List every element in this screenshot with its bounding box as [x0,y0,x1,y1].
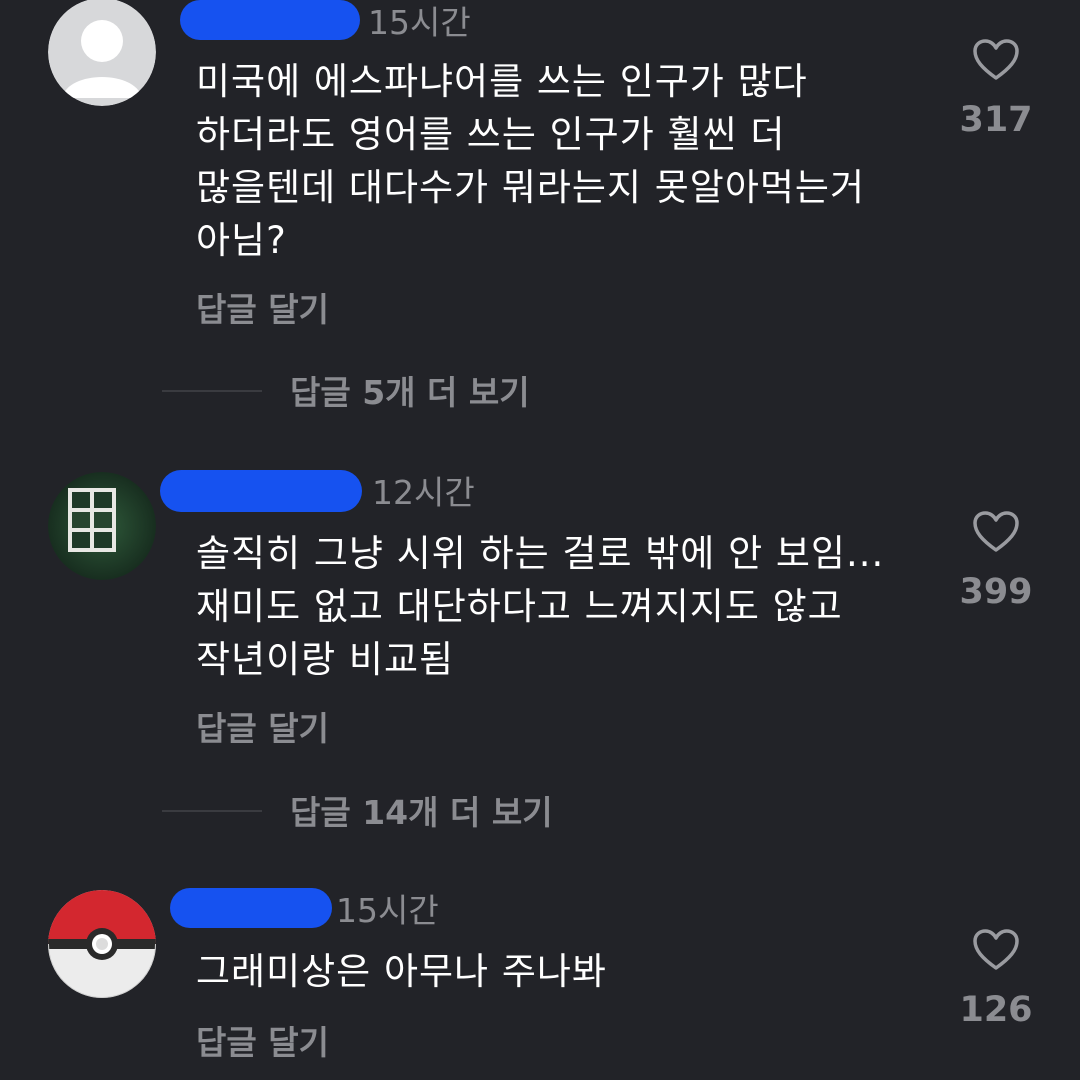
default-user-avatar-icon [48,0,156,106]
comment-text: 솔직히 그냥 시위 하는 걸로 밖에 안 보임... 재미도 없고 대단하다고 … [196,527,936,686]
more-replies-label[interactable]: 답글 14개 더 보기 [290,786,553,834]
divider [162,390,262,392]
like-count: 317 [959,100,1033,140]
comment-time: 12시간 [372,473,475,512]
comment-text-line: 작년이랑 비교됨 [196,638,455,681]
more-replies-label[interactable]: 답글 5개 더 보기 [290,366,530,414]
comment-text-line: 아님? [196,219,287,262]
redacted-username [170,888,332,928]
comment-text-line: 그래미상은 아무나 주나봐 [196,950,607,993]
like-count: 399 [959,572,1033,612]
comment-text-line: 많을텐데 대다수가 뭐라는지 못알아먹는거 [196,166,866,209]
heart-outline-icon [973,39,1019,80]
pokeball-avatar-icon [48,890,156,998]
heart-outline-icon [973,511,1019,552]
comment-text-line: 미국에 에스파냐어를 쓰는 인구가 많다 [196,60,808,103]
comment-time: 15시간 [368,3,471,42]
comment-text-line: 하더라도 영어를 쓰는 인구가 훨씬 더 [196,113,786,156]
reply-button[interactable]: 답글 달기 [196,283,329,331]
avatar[interactable] [48,890,156,998]
reply-button[interactable]: 답글 달기 [196,702,329,750]
redacted-username [160,470,362,512]
redacted-username [180,0,360,40]
avatar[interactable] [48,0,156,106]
window-photo-avatar-icon [48,472,156,580]
avatar[interactable] [48,472,156,580]
like-button[interactable]: 317 [951,38,1041,140]
comment-text: 그래미상은 아무나 주나봐 [196,945,936,998]
comment-text-line: 솔직히 그냥 시위 하는 걸로 밖에 안 보임... [196,532,885,575]
comment-text: 미국에 에스파냐어를 쓰는 인구가 많다 하더라도 영어를 쓰는 인구가 훨씬 … [196,55,936,267]
comment-time: 15시간 [336,891,439,930]
like-button[interactable]: 399 [951,510,1041,612]
reply-button[interactable]: 답글 달기 [196,1016,329,1064]
divider [162,810,262,812]
heart-outline-icon [973,929,1019,970]
like-button[interactable]: 126 [951,928,1041,1030]
comment-text-line: 재미도 없고 대단하다고 느껴지지도 않고 [196,585,843,628]
like-count: 126 [959,990,1033,1030]
